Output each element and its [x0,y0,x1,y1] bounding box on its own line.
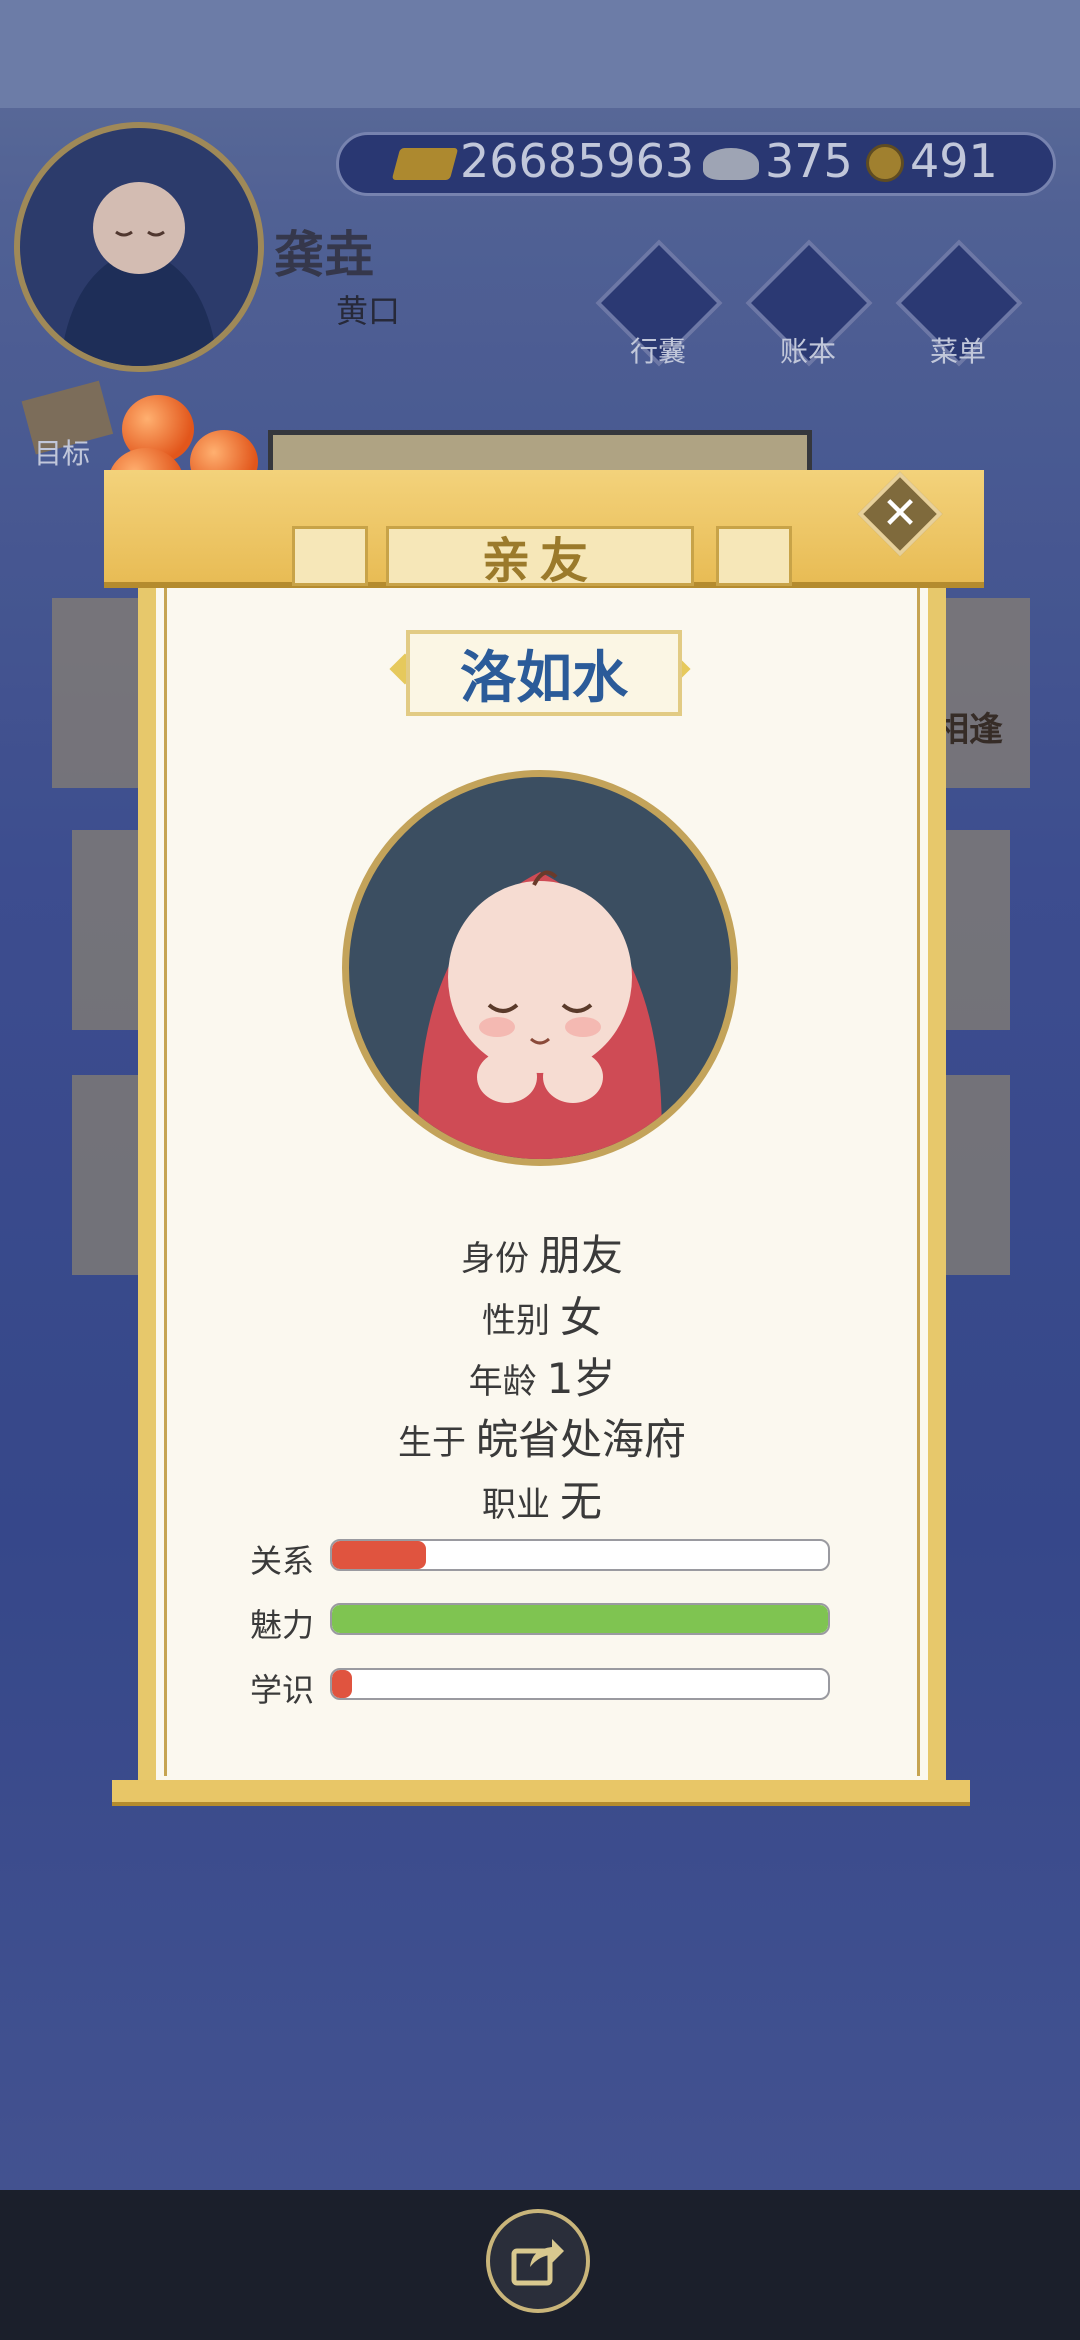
info-gender: 性别女 [164,1284,920,1345]
charm-bar [330,1603,830,1635]
info-label: 身份 [460,1239,529,1279]
info-birthplace: 生于 皖省处海府 [164,1406,920,1467]
relationship-bar [330,1539,830,1571]
npc-portrait [342,770,738,1166]
info-value: 无 [559,1477,602,1526]
dialog-header-ornament [716,526,792,586]
charm-bar-fill [332,1605,828,1633]
knowledge-bar [330,1668,830,1700]
info-label: 年龄 [468,1362,537,1402]
share-icon [511,2239,564,2286]
info-occupation: 职业无 [164,1468,920,1529]
stat-label-relationship: 关系 [250,1542,315,1580]
relationship-bar-fill [332,1541,427,1569]
info-value: 朋友 [538,1231,623,1280]
info-label: 职业 [481,1485,550,1525]
close-icon[interactable]: ✕ [870,484,930,544]
stat-label-charm: 魅力 [250,1606,315,1644]
npc-name: 洛如水 [460,645,628,711]
info-label: 性别 [481,1301,550,1341]
info-age: 年龄 1岁 [164,1345,920,1406]
knowledge-bar-fill [332,1670,352,1698]
dialog-border [164,588,920,1776]
dialog-title: 亲友 [481,533,598,589]
dialog-header-ornament [292,526,368,586]
info-value: 女 [559,1293,602,1342]
info-identity: 身份 朋友 [164,1222,920,1283]
info-label: 生于 [397,1423,466,1463]
status-area [0,0,1080,108]
dialog-bottom-rod [112,1780,970,1806]
name-plate: 洛如水 [406,630,682,716]
share-button[interactable] [486,2209,590,2313]
stat-label-knowledge: 学识 [250,1671,315,1709]
dialog-title-plate: 亲友 [386,526,694,589]
info-value: 1岁 [546,1354,616,1403]
info-value: 皖省处海府 [475,1415,686,1464]
